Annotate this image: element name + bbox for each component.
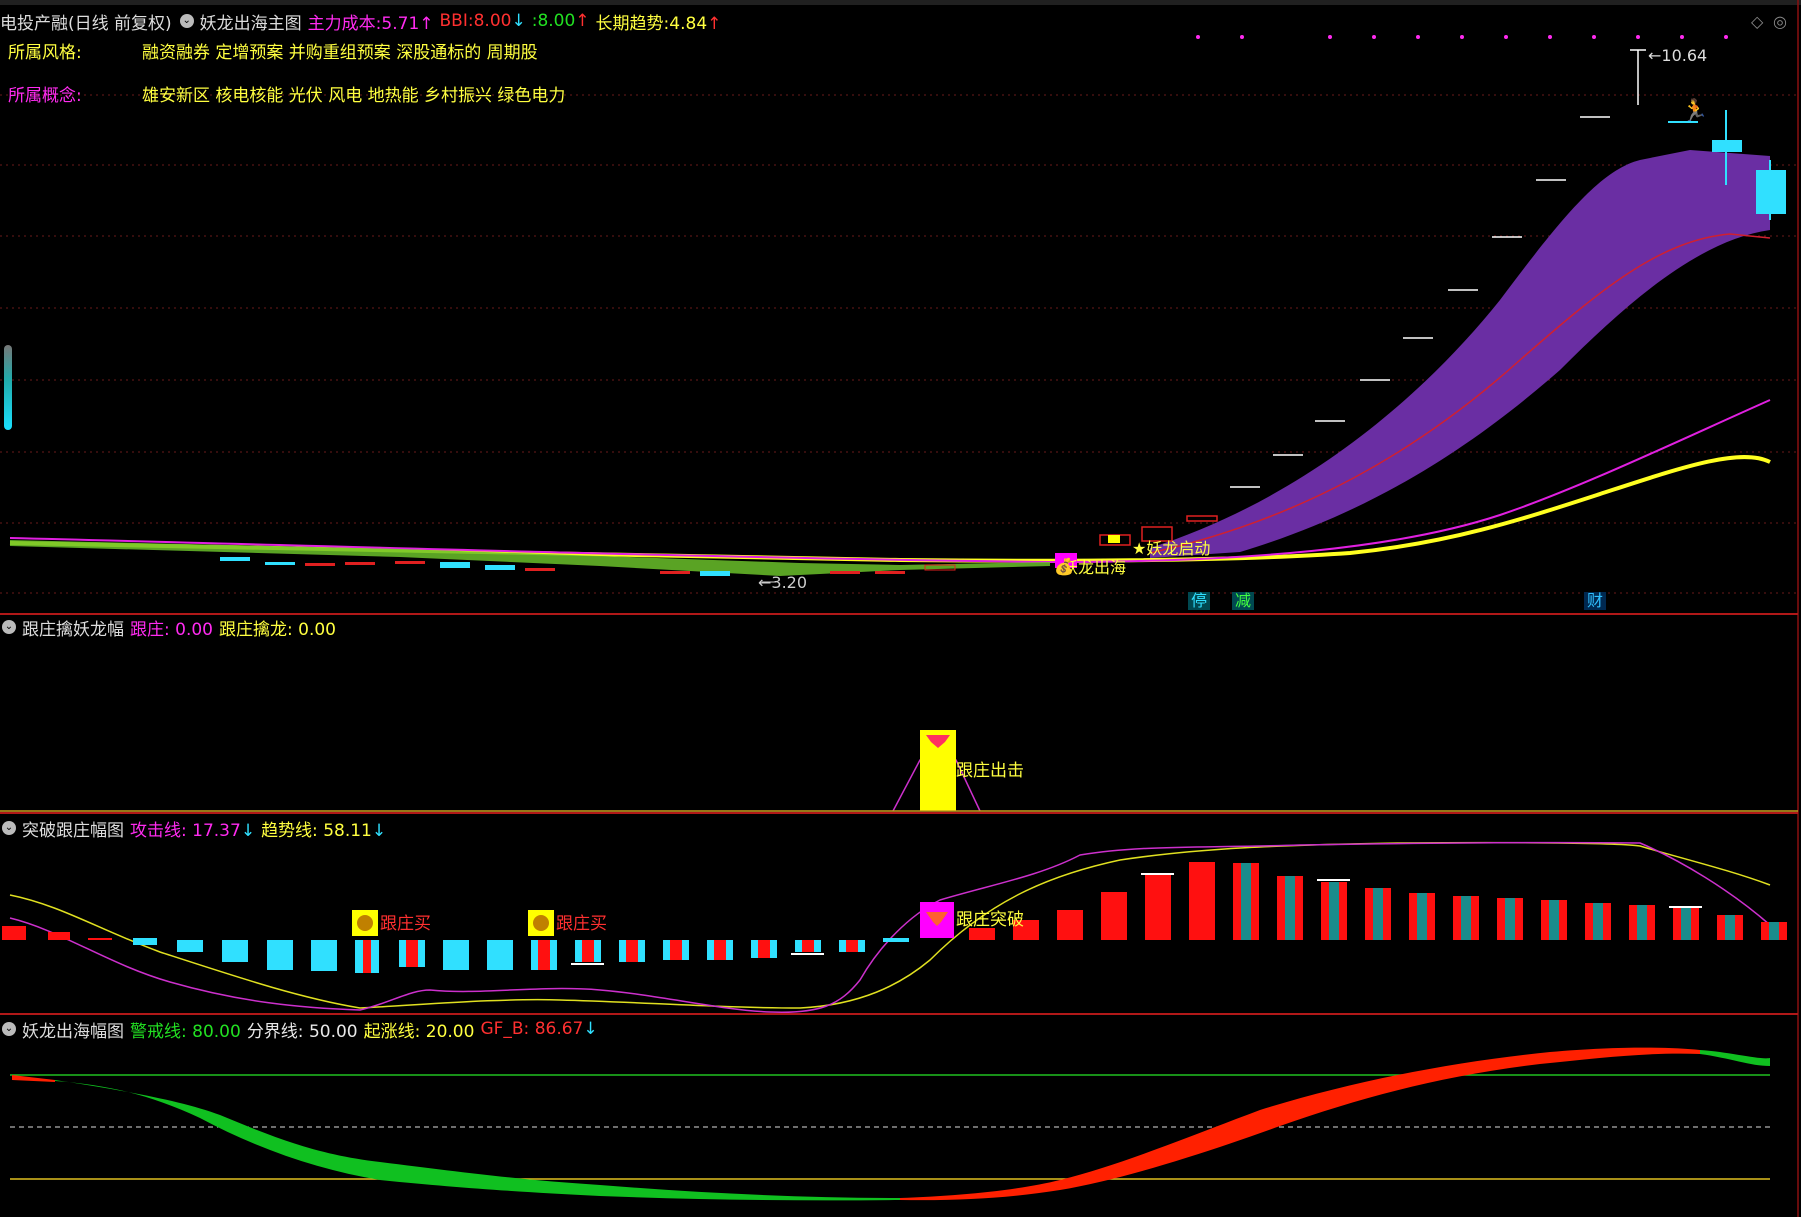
collapse-icon[interactable]: ⌄: [2, 620, 16, 634]
low-price-label: ←3.20: [758, 573, 808, 592]
scroll-indicator: [4, 345, 12, 430]
collapse-icon[interactable]: ⌄: [2, 821, 16, 835]
collapse-icon[interactable]: ⌄: [179, 14, 194, 28]
green-ribbon: [55, 1080, 900, 1201]
menu-strip: [0, 0, 1801, 5]
stock-title[interactable]: 电投产融(日线 前复权): [0, 9, 172, 34]
stat-genzhuang-qinlong: 跟庄擒龙: 0.00: [219, 619, 336, 640]
collapse-icon[interactable]: ⌄: [2, 1022, 16, 1036]
top-dots: [1196, 35, 1728, 39]
panel4-title[interactable]: 妖龙出海幅图: [22, 1017, 124, 1042]
runner-icon: 🏃: [1681, 98, 1708, 124]
panel4-header: ⌄ 妖龙出海幅图 警戒线: 80.00 分界线: 50.00 起涨线: 20.0…: [0, 1017, 598, 1042]
indicator-name[interactable]: 妖龙出海主图: [200, 9, 302, 34]
panel3-title[interactable]: 突破跟庄幅图: [22, 816, 124, 841]
stat-trend-line: 趋势线: 58.11↓: [261, 820, 387, 841]
style-label: 所属风格:: [8, 43, 82, 63]
high-price-label: ←10.64: [1648, 46, 1708, 65]
stat-warning-line: 警戒线: 80.00: [130, 1021, 241, 1042]
stat-long-trend: 长期趋势:4.84↑: [595, 13, 722, 34]
panel2-header: ⌄ 跟庄擒妖龙幅 跟庄: 0.00 跟庄擒龙: 0.00: [0, 615, 336, 640]
stat-start-line: 起涨线: 20.00: [363, 1021, 475, 1042]
settings-icon[interactable]: ◎: [1773, 12, 1787, 32]
marker-reduce: 减: [1232, 592, 1255, 610]
stat-main-cost: 主力成本:5.71↑: [307, 13, 434, 34]
moneybag-icon: 💰: [1054, 557, 1074, 576]
signal-genzhuang-chuji: 跟庄出击: [956, 761, 1024, 781]
red-ribbon: [900, 1047, 1700, 1201]
marker-stop: 停: [1188, 592, 1211, 610]
signal-break: 跟庄突破: [956, 910, 1024, 930]
stat-bbi: BBI:8.00↓: [439, 11, 526, 31]
stat-gf-b: GF_B: 86.67↓: [480, 1019, 598, 1039]
signal-yaolong-qidong: ★妖龙启动: [1132, 539, 1211, 558]
panel2-title[interactable]: 跟庄擒妖龙幅: [22, 615, 124, 640]
candle-high: [1712, 140, 1742, 152]
trend-line-magenta: [9, 399, 1771, 564]
marker-finance: 财: [1584, 592, 1607, 610]
signal-buy-1: 跟庄买: [380, 914, 431, 934]
style-value: 融资融券 定增预案 并购重组预案 深股通标的 周期股: [142, 43, 538, 63]
cloud-band: [1150, 150, 1770, 558]
stat-boundary-line: 分界线: 50.00: [246, 1021, 358, 1042]
signal-buy-2: 跟庄买: [556, 914, 607, 934]
stat-genzhuang: 跟庄: 0.00: [130, 619, 213, 640]
stat-unnamed: :8.00↑: [531, 11, 590, 31]
main-header: 电投产融(日线 前复权) ⌄ 妖龙出海主图 主力成本:5.71↑ BBI:8.0…: [0, 9, 722, 34]
concept-label: 所属概念:: [8, 86, 82, 106]
stat-attack-line: 攻击线: 17.37↓: [130, 820, 256, 841]
diamond-icon[interactable]: ◇: [1751, 12, 1763, 32]
p3-bars: [2, 862, 1787, 973]
panel3-header: ⌄ 突破跟庄幅图 攻击线: 17.37↓ 趋势线: 58.11↓: [0, 816, 387, 841]
concept-value: 雄安新区 核电核能 光伏 风电 地热能 乡村振兴 绿色电力: [142, 86, 566, 106]
